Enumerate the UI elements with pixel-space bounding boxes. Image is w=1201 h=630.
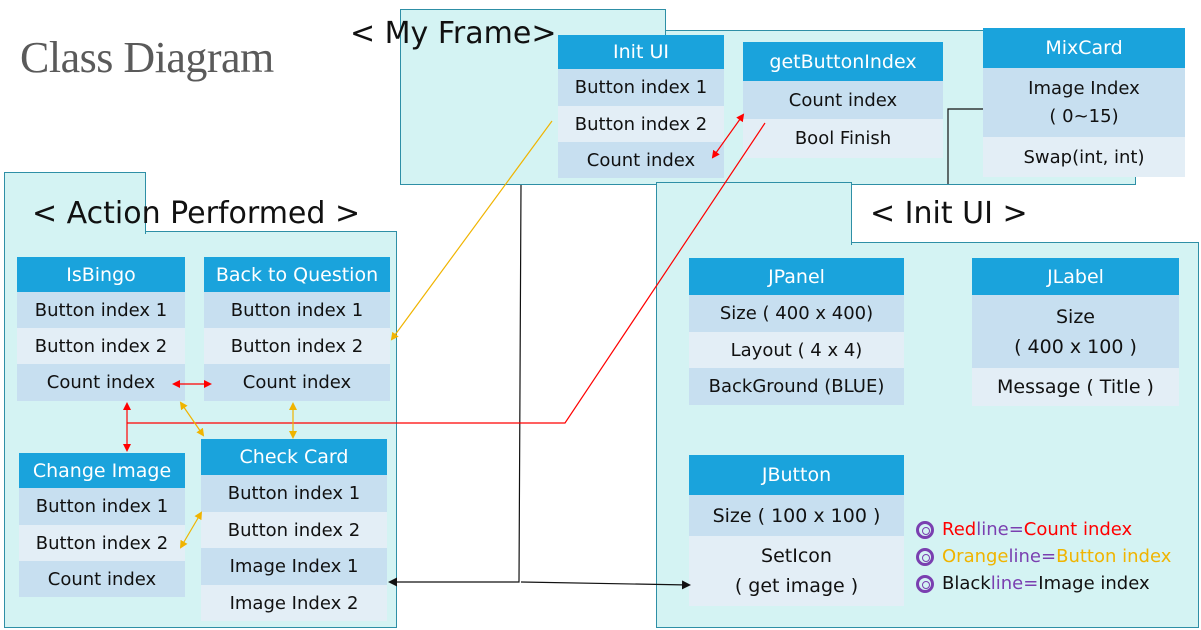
legend-meaning: Button index: [1056, 546, 1172, 567]
black-line-mixcard: [947, 108, 983, 184]
red-line-count-getbutton: [711, 113, 745, 159]
orange-line-init-back: [390, 120, 553, 341]
legend-color-name: Orange: [942, 546, 1009, 567]
legend-equals: =: [1023, 573, 1039, 594]
legend-line-word: line: [976, 519, 1009, 540]
legend-meaning: Count index: [1023, 519, 1133, 540]
legend-item-orange: Orange line = Button index: [916, 543, 1171, 570]
orange-line-change-check: [179, 511, 203, 549]
legend-line-word: line: [1008, 546, 1041, 567]
red-line-long: [127, 122, 766, 424]
legend-equals: =: [1008, 519, 1024, 540]
legend-equals: =: [1041, 546, 1057, 567]
black-line-check-card: [388, 184, 522, 587]
legend: Red line = Count index Orange line = But…: [916, 516, 1171, 597]
legend-meaning: Image index: [1038, 573, 1150, 594]
black-line-jbutton: [520, 580, 691, 590]
legend-item-red: Red line = Count index: [916, 516, 1171, 543]
legend-color-name: Red: [942, 519, 977, 540]
bullet-icon: [916, 547, 934, 566]
bullet-icon: [916, 574, 934, 593]
legend-line-word: line: [990, 573, 1024, 594]
legend-color-name: Black: [942, 573, 991, 594]
orange-line-bingo-check: [179, 401, 205, 437]
bullet-icon: [916, 520, 934, 539]
legend-item-black: Black line = Image index: [916, 570, 1171, 597]
